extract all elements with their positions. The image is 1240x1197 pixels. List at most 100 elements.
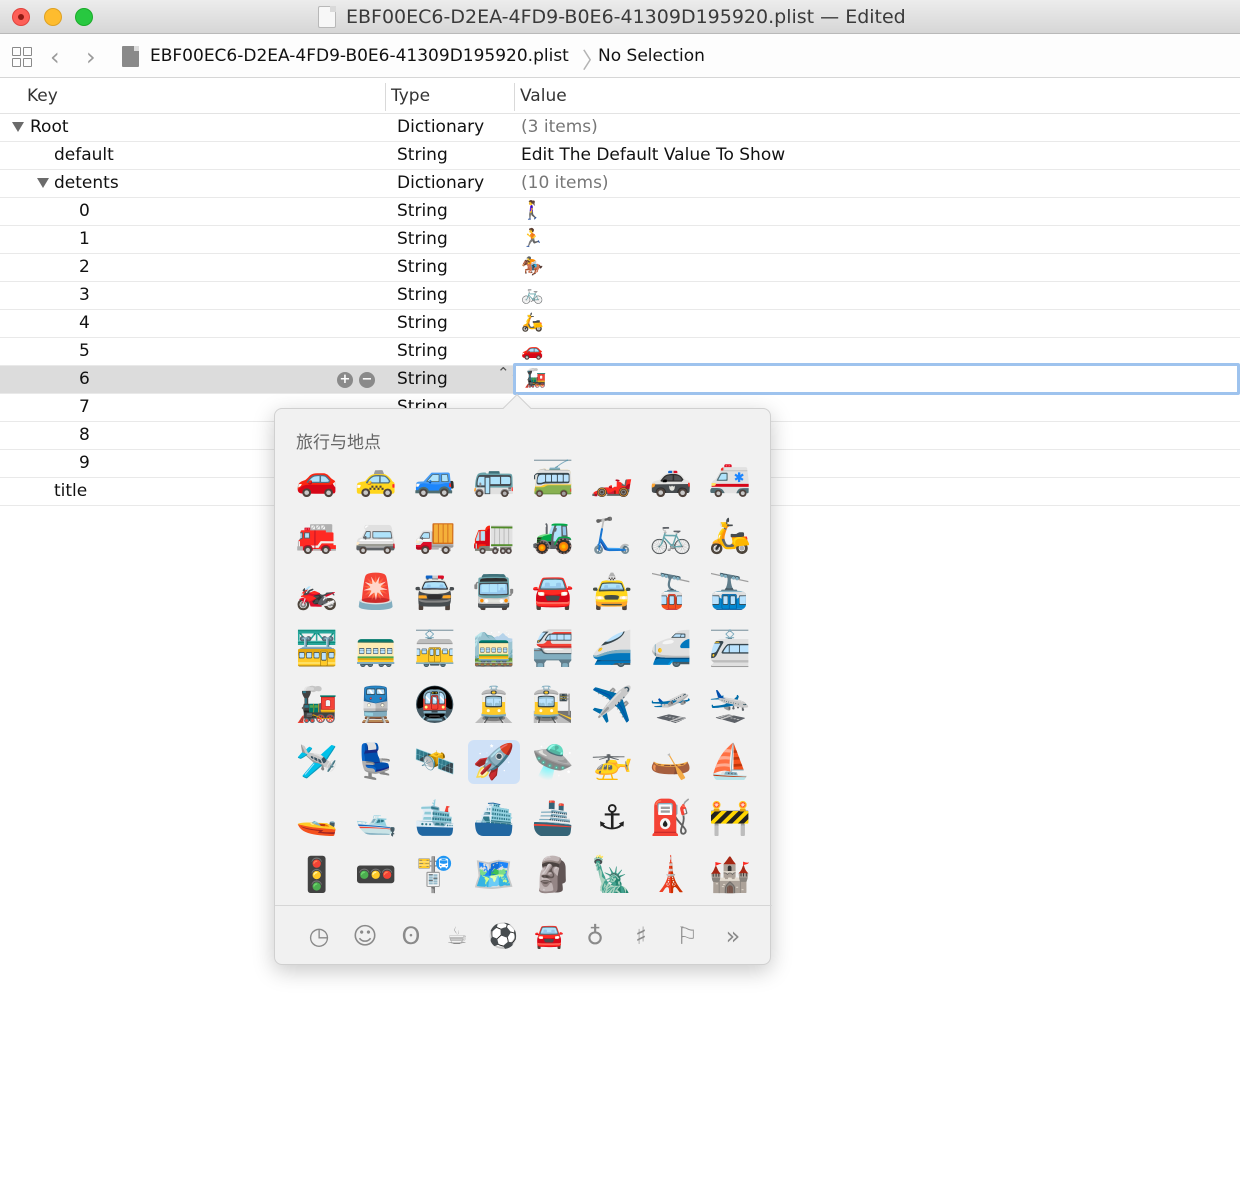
emoji-cell[interactable]: 🗿: [527, 853, 579, 897]
column-divider[interactable]: [385, 83, 386, 111]
emoji-cell[interactable]: 🚢: [527, 796, 579, 840]
row-value[interactable]: 🏃: [521, 229, 543, 249]
emoji-cell[interactable]: 🚓: [645, 457, 697, 501]
row-type[interactable]: String: [397, 201, 448, 221]
table-row[interactable]: 5 String 🚗: [0, 338, 1240, 366]
value-edit-field[interactable]: 🚂: [513, 363, 1240, 395]
emoji-cell[interactable]: 🚈: [704, 627, 756, 671]
emoji-cell[interactable]: 🚍: [468, 570, 520, 614]
emoji-cell[interactable]: 🛬: [704, 683, 756, 727]
emoji-cell[interactable]: 🚎: [527, 457, 579, 501]
emoji-cell[interactable]: 🚦: [291, 853, 343, 897]
emoji-cell[interactable]: 🗺️: [468, 853, 520, 897]
emoji-cell[interactable]: 🚜: [527, 514, 579, 558]
emoji-cell[interactable]: 🚂: [291, 683, 343, 727]
emoji-cell[interactable]: 🚊: [468, 683, 520, 727]
symbols-icon[interactable]: ♯: [618, 919, 664, 953]
value-edit-text[interactable]: 🚂: [524, 369, 546, 389]
row-type[interactable]: Dictionary: [397, 173, 484, 193]
close-window-button[interactable]: [12, 8, 30, 26]
emoji-cell[interactable]: ⛵: [704, 740, 756, 784]
emoji-cell[interactable]: 🏍️: [291, 570, 343, 614]
table-row[interactable]: 0 String 🚶‍♀️: [0, 198, 1240, 226]
emoji-cell[interactable]: ✈️: [586, 683, 638, 727]
emoji-cell[interactable]: 🚑: [704, 457, 756, 501]
column-header-key[interactable]: Key: [27, 86, 58, 106]
ball-icon[interactable]: ⚽: [480, 919, 526, 953]
breadcrumb-file[interactable]: EBF00EC6-D2EA-4FD9-B0E6-41309D195920.pli…: [150, 46, 569, 66]
row-type[interactable]: String: [397, 145, 448, 165]
forward-chevron-icon[interactable]: ›: [86, 43, 96, 71]
emoji-cell[interactable]: 🚒: [291, 514, 343, 558]
emoji-cell[interactable]: 🚆: [350, 683, 402, 727]
row-value[interactable]: 🚶‍♀️: [521, 201, 543, 221]
emoji-cell[interactable]: 🛵: [704, 514, 756, 558]
emoji-cell[interactable]: 🛴: [586, 514, 638, 558]
emoji-cell[interactable]: 🚘: [527, 570, 579, 614]
bulb-icon[interactable]: ♁: [572, 919, 618, 953]
emoji-cell[interactable]: 🚕: [350, 457, 402, 501]
emoji-cell[interactable]: 🚁: [586, 740, 638, 784]
row-type[interactable]: String: [397, 229, 448, 249]
column-divider[interactable]: [514, 83, 515, 111]
disclosure-triangle-icon[interactable]: [37, 178, 49, 188]
emoji-cell[interactable]: 🛥️: [350, 796, 402, 840]
emoji-cell[interactable]: 🛫: [645, 683, 697, 727]
emoji-cell[interactable]: 🛩️: [291, 740, 343, 784]
row-value[interactable]: Edit The Default Value To Show: [521, 145, 785, 165]
remove-row-button[interactable]: −: [359, 372, 375, 388]
emoji-cell[interactable]: 🚝: [527, 627, 579, 671]
row-value[interactable]: 🏇: [521, 257, 543, 277]
clock-icon[interactable]: ◷: [296, 919, 342, 953]
emoji-cell[interactable]: 🛸: [527, 740, 579, 784]
emoji-cell[interactable]: 🚇: [409, 683, 461, 727]
emoji-cell[interactable]: 🚛: [468, 514, 520, 558]
emoji-cell[interactable]: 🚠: [704, 570, 756, 614]
add-row-button[interactable]: +: [337, 372, 353, 388]
emoji-cell[interactable]: 🚞: [468, 627, 520, 671]
zoom-window-button[interactable]: [75, 8, 93, 26]
disclosure-triangle-icon[interactable]: [12, 122, 24, 132]
emoji-cell[interactable]: 🗼: [645, 853, 697, 897]
emoji-cell[interactable]: 🚄: [586, 627, 638, 671]
row-type[interactable]: String: [397, 285, 448, 305]
emoji-cell[interactable]: 🚧: [704, 796, 756, 840]
row-type[interactable]: String: [397, 341, 448, 361]
breadcrumb-selection[interactable]: No Selection: [598, 46, 705, 66]
column-header-type[interactable]: Type: [391, 86, 430, 106]
emoji-cell[interactable]: ⛴️: [468, 796, 520, 840]
emoji-cell[interactable]: 🗽: [586, 853, 638, 897]
emoji-cell[interactable]: ⛽: [645, 796, 697, 840]
row-type[interactable]: String: [397, 313, 448, 333]
row-value[interactable]: 🚲: [521, 285, 543, 305]
emoji-cell[interactable]: 🛰️: [409, 740, 461, 784]
emoji-cell[interactable]: 🚥: [350, 853, 402, 897]
smiley-icon[interactable]: ☺: [342, 919, 388, 953]
emoji-cell[interactable]: 🚌: [468, 457, 520, 501]
emoji-cell[interactable]: 🚨: [350, 570, 402, 614]
table-row[interactable]: default String Edit The Default Value To…: [0, 142, 1240, 170]
table-row[interactable]: detents Dictionary (10 items): [0, 170, 1240, 198]
emoji-cell[interactable]: 🚀: [468, 739, 520, 784]
emoji-cell[interactable]: 🚤: [291, 796, 343, 840]
row-type[interactable]: String: [397, 257, 448, 277]
emoji-cell[interactable]: 🚗: [291, 457, 343, 501]
table-row[interactable]: 1 String 🏃: [0, 226, 1240, 254]
row-value[interactable]: 🛵: [521, 313, 543, 333]
animal-icon[interactable]: ʘ: [388, 919, 434, 953]
document-proxy-icon[interactable]: [318, 6, 336, 28]
emoji-cell[interactable]: 🚲: [645, 514, 697, 558]
table-row[interactable]: 3 String 🚲: [0, 282, 1240, 310]
emoji-cell[interactable]: 🚟: [291, 627, 343, 671]
emoji-cell[interactable]: 🚃: [350, 627, 402, 671]
table-row[interactable]: 4 String 🛵: [0, 310, 1240, 338]
car-icon[interactable]: 🚘: [526, 919, 572, 953]
back-chevron-icon[interactable]: ‹: [50, 43, 60, 71]
table-row[interactable]: Root Dictionary (3 items): [0, 114, 1240, 142]
flag-icon[interactable]: ⚐: [664, 919, 710, 953]
emoji-cell[interactable]: 🚋: [409, 627, 461, 671]
emoji-cell[interactable]: 🛶: [645, 740, 697, 784]
emoji-cell[interactable]: 🚅: [645, 627, 697, 671]
table-row[interactable]: 2 String 🏇: [0, 254, 1240, 282]
emoji-cell[interactable]: 🚔: [409, 570, 461, 614]
